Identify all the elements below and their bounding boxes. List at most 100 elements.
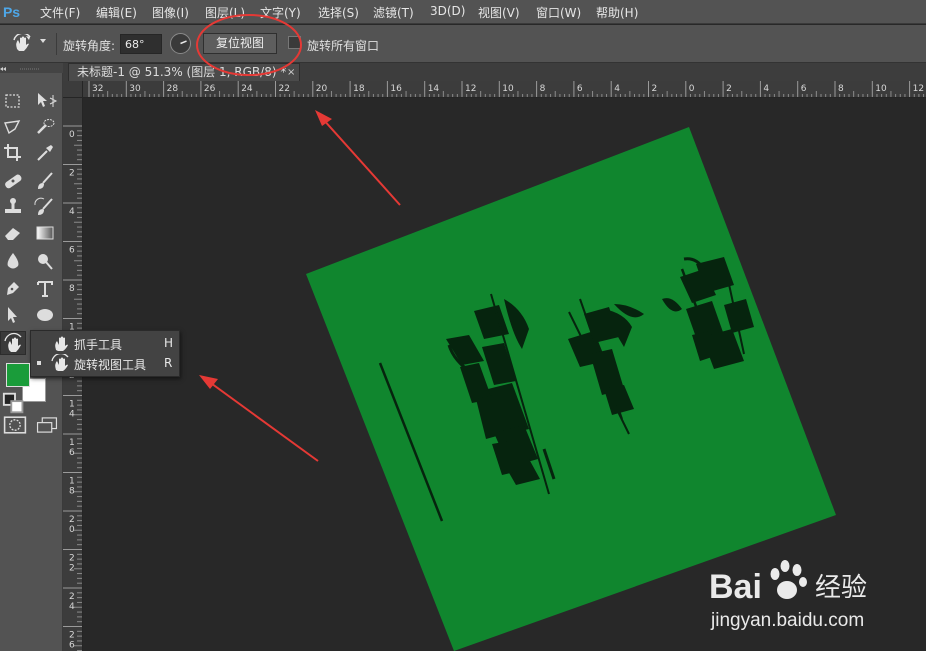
- menu-image[interactable]: 图像(I): [152, 4, 189, 21]
- photoshop-logo: Ps: [2, 4, 21, 20]
- ruler-tick-label: 6: [801, 84, 807, 94]
- options-divider: [56, 33, 57, 55]
- ruler-tick-label: 4: [763, 84, 769, 94]
- reset-view-button[interactable]: 复位视图: [203, 33, 277, 54]
- flyout-item-hand-tool[interactable]: 抓手工具 H: [31, 333, 179, 353]
- ruler-tick-label: 24: [241, 84, 253, 94]
- menu-select[interactable]: 选择(S): [318, 4, 359, 21]
- lasso-tool-icon[interactable]: [0, 115, 26, 139]
- hand-tools-flyout: 抓手工具 H 旋转视图工具 R: [30, 330, 180, 377]
- marquee-tool-icon[interactable]: [0, 89, 26, 113]
- ruler-tick-label: 2: [652, 84, 658, 94]
- ruler-tick-label: 8: [69, 487, 75, 497]
- ruler-tick-label: 6: [577, 84, 583, 94]
- rotate-view-tool-icon[interactable]: [12, 32, 34, 54]
- menu-window[interactable]: 窗口(W): [536, 4, 581, 21]
- ruler-tick-label: 2: [726, 84, 732, 94]
- tool-preset-dropdown-icon[interactable]: [40, 39, 46, 43]
- menu-file[interactable]: 文件(F): [40, 4, 80, 21]
- document-tab-bar: 未标题-1 @ 51.3% (图层 1, RGB/8) * ×: [63, 63, 926, 81]
- toolbox-grip[interactable]: [0, 63, 63, 73]
- ruler-tick-label: 2: [69, 554, 75, 564]
- eraser-tool-icon[interactable]: [0, 221, 26, 245]
- ruler-tick-label: 32: [92, 84, 103, 94]
- flyout-item-rotate-view-tool[interactable]: 旋转视图工具 R: [31, 352, 179, 373]
- ruler-tick-label: 8: [838, 84, 844, 94]
- ruler-tick-label: 2: [69, 169, 75, 179]
- ruler-tick-label: 30: [129, 84, 141, 94]
- ruler-tick-label: 10: [502, 84, 514, 94]
- history-brush-tool-icon[interactable]: [32, 195, 58, 219]
- ruler-tick-label: 6: [69, 246, 75, 256]
- flyout-item-label: 旋转视图工具: [74, 358, 147, 372]
- move-tool-icon[interactable]: [32, 89, 58, 113]
- crop-tool-icon[interactable]: [0, 141, 26, 165]
- ruler-tick-label: 6: [69, 448, 75, 458]
- watermark-brand-suffix: 经验: [815, 573, 867, 603]
- ruler-tick-label: 1: [69, 400, 75, 410]
- menu-type[interactable]: 文字(Y): [260, 4, 301, 21]
- ruler-tick-label: 20: [316, 84, 328, 94]
- screen-mode-icon[interactable]: [34, 413, 58, 433]
- rotate-view-tool-button[interactable]: [0, 331, 26, 355]
- ruler-tick-label: 4: [69, 602, 75, 612]
- ruler-tick-label: 14: [428, 84, 440, 94]
- ruler-tick-label: 0: [69, 130, 75, 140]
- ruler-tick-label: 2: [69, 564, 75, 574]
- gradient-tool-icon[interactable]: [32, 221, 58, 245]
- healing-brush-tool-icon[interactable]: [0, 169, 26, 193]
- ruler-tick-label: 8: [540, 84, 546, 94]
- eyedropper-tool-icon[interactable]: [32, 141, 58, 165]
- clone-stamp-tool-icon[interactable]: [0, 195, 26, 219]
- ruler-origin[interactable]: [63, 81, 83, 98]
- ruler-tick-label: 2: [69, 515, 75, 525]
- rotation-angle-input[interactable]: [120, 34, 162, 54]
- options-bar: 旋转角度: 复位视图 旋转所有窗口: [0, 25, 926, 63]
- quick-selection-tool-icon[interactable]: [32, 115, 58, 139]
- menu-help[interactable]: 帮助(H): [596, 4, 638, 21]
- ruler-tick-label: 2: [69, 631, 75, 641]
- paw-icon: [770, 560, 807, 599]
- quick-mask-icon[interactable]: [2, 413, 27, 434]
- ruler-tick-label: 0: [689, 84, 695, 94]
- ruler-tick-label: 0: [69, 525, 75, 535]
- document-tab-title: 未标题-1 @ 51.3% (图层 1, RGB/8) *: [77, 65, 287, 79]
- blur-tool-icon[interactable]: [0, 249, 26, 273]
- menu-filter[interactable]: 滤镜(T): [373, 4, 414, 21]
- ruler-tick-label: 10: [875, 84, 887, 94]
- rotate-view-tool-icon: [51, 352, 71, 372]
- flyout-item-label: 抓手工具: [74, 338, 123, 352]
- ruler-tick-label: 12: [913, 84, 924, 94]
- menu-bar: Ps 文件(F) 编辑(E) 图像(I) 图层(L) 文字(Y) 选择(S) 滤…: [0, 0, 926, 24]
- ruler-tick-label: 26: [204, 84, 216, 94]
- ruler-tick-label: 6: [69, 641, 75, 651]
- rotate-all-windows-checkbox[interactable]: [288, 36, 301, 49]
- ruler-tick-label: 12: [465, 84, 476, 94]
- pen-tool-icon[interactable]: [0, 277, 26, 301]
- default-colors-icon[interactable]: [2, 391, 24, 414]
- flyout-item-shortcut: H: [164, 336, 174, 350]
- horizontal-ruler[interactable]: 32 30 28 26 24 22 20 18 16 14 12 10 8 6 4 2 0 2 4 6 8 10 12: [83, 81, 926, 98]
- ruler-tick-label: 4: [69, 207, 75, 217]
- tab-close-icon[interactable]: ×: [287, 65, 295, 81]
- menu-3d[interactable]: 3D(D): [430, 4, 465, 18]
- watermark-brand: Bai: [709, 568, 762, 606]
- foreground-color-swatch[interactable]: [6, 363, 30, 387]
- menu-edit[interactable]: 编辑(E): [96, 4, 137, 21]
- ruler-tick-label: 2: [69, 592, 75, 602]
- ruler-tick-label: 18: [353, 84, 365, 94]
- menu-layer[interactable]: 图层(L): [205, 4, 245, 21]
- path-selection-tool-icon[interactable]: [0, 303, 26, 327]
- ruler-tick-label: 4: [614, 84, 620, 94]
- type-tool-icon[interactable]: [32, 277, 58, 301]
- active-tool-bullet: [37, 361, 41, 365]
- ruler-tick-label: 28: [167, 84, 179, 94]
- hand-tool-icon: [51, 334, 71, 352]
- ruler-tick-label: 1: [69, 477, 75, 487]
- document-tab[interactable]: 未标题-1 @ 51.3% (图层 1, RGB/8) * ×: [68, 63, 300, 81]
- menu-view[interactable]: 视图(V): [478, 4, 520, 21]
- brush-tool-icon[interactable]: [32, 169, 58, 193]
- dodge-tool-icon[interactable]: [32, 249, 58, 273]
- ellipse-tool-icon[interactable]: [32, 303, 58, 327]
- rotation-angle-dial[interactable]: [170, 33, 191, 54]
